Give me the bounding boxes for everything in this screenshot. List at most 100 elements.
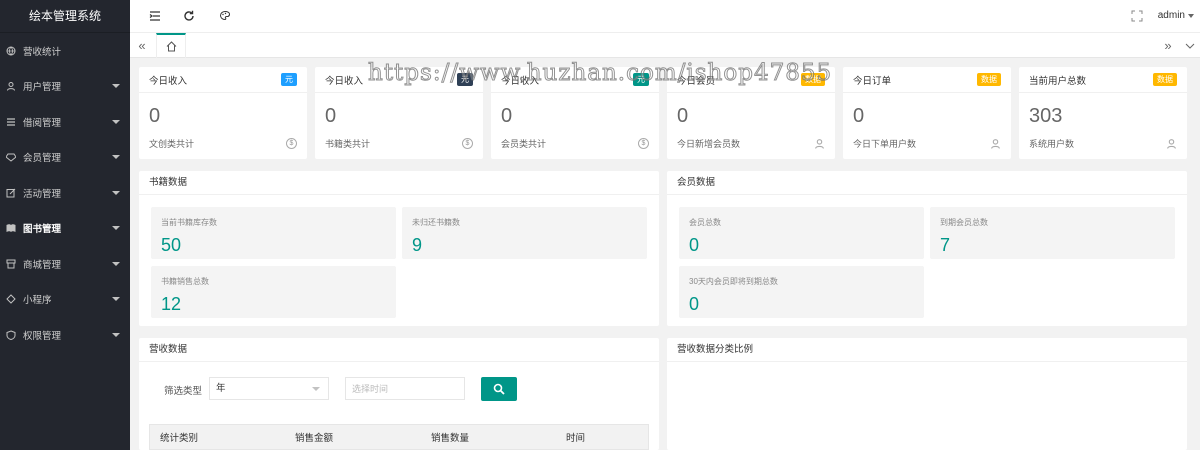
tabs-next-button[interactable]: » [1156, 33, 1180, 58]
panel-title: 营收数据 [139, 338, 659, 362]
revenue-panel: 营收数据 筛选类型 年 统计类别 销售金额 销售数量 时间 [139, 338, 659, 450]
stat-card: 今日收入 元 0 书籍类共计 $ [315, 67, 483, 159]
stat-card: 今日会员 数据 0 今日新增会员数 [667, 67, 835, 159]
stat-footer: 今日新增会员数 [677, 139, 741, 149]
column-header: 销售金额 [295, 433, 334, 444]
sidebar-item-label: 图书管理 [23, 224, 62, 236]
date-picker-input[interactable] [345, 377, 465, 400]
refresh-icon[interactable] [182, 9, 196, 23]
dollar-icon: $ [638, 138, 649, 149]
chevron-down-icon [1185, 43, 1195, 49]
caret-down-icon [1188, 13, 1194, 18]
stat-badge: 数据 [977, 73, 1001, 86]
dollar-icon: $ [286, 138, 297, 149]
tile-value: 12 [161, 294, 182, 314]
sidebar-item-label: 权限管理 [23, 330, 62, 342]
chevron-down-icon [112, 155, 120, 160]
stat-title: 当前用户总数 [1029, 75, 1087, 87]
sidebar-item-users[interactable]: 用户管理 [0, 69, 130, 105]
sidebar-item-miniapp[interactable]: 小程序 [0, 282, 130, 318]
user-icon [814, 138, 825, 149]
caret-down-icon [312, 387, 320, 391]
chevron-down-icon [112, 226, 120, 231]
stat-value: 0 [677, 105, 689, 127]
stat-tile: 书籍销售总数 12 [151, 266, 396, 318]
filter-label: 筛选类型 [164, 386, 203, 397]
stat-tile: 当前书籍库存数 50 [151, 207, 396, 259]
globe-icon [4, 44, 18, 58]
stat-card: 今日订单 数据 0 今日下单用户数 [843, 67, 1011, 159]
stat-badge: 元 [281, 73, 297, 86]
filter-type-value: 年 [216, 383, 226, 394]
stat-value: 0 [325, 105, 337, 127]
edit-icon [4, 186, 18, 200]
filter-type-select[interactable]: 年 [209, 377, 329, 400]
search-icon [493, 383, 505, 395]
menu-toggle-icon[interactable] [148, 9, 162, 23]
stat-badge: 数据 [1153, 73, 1177, 86]
stat-footer: 文创类共计 [149, 139, 195, 149]
fullscreen-icon[interactable] [1130, 9, 1144, 23]
home-icon [166, 41, 176, 52]
tile-label: 到期会员总数 [940, 218, 988, 227]
stat-footer: 会员类共计 [501, 139, 547, 149]
palette-icon[interactable] [218, 9, 232, 23]
tile-value: 9 [412, 235, 423, 255]
stat-title: 今日收入 [325, 75, 364, 87]
sidebar-item-borrow[interactable]: 借阅管理 [0, 104, 130, 140]
tile-label: 当前书籍库存数 [161, 218, 217, 227]
panel-title: 营收数据分类比例 [667, 338, 1187, 362]
stat-value: 0 [149, 105, 161, 127]
tab-home[interactable] [156, 33, 186, 58]
tile-label: 书籍销售总数 [161, 277, 209, 286]
stat-tile: 30天内会员即将到期总数 0 [679, 266, 924, 318]
dollar-icon: $ [462, 138, 473, 149]
chevron-down-icon [112, 119, 120, 124]
panel-title: 书籍数据 [139, 171, 659, 195]
shield-icon [4, 328, 18, 342]
stat-tile: 未归还书籍数 9 [402, 207, 647, 259]
sidebar: 绘本管理系统 营收统计 用户管理 借阅管理 会员管理 活动管理 图书管理 商城管… [0, 0, 130, 450]
user-icon [1166, 138, 1177, 149]
tile-label: 未归还书籍数 [412, 218, 460, 227]
stat-card: 今日收入 元 0 会员类共计 $ [491, 67, 659, 159]
tile-value: 7 [940, 235, 951, 255]
sidebar-item-label: 商城管理 [23, 259, 62, 271]
chevron-down-icon [112, 84, 120, 89]
stat-badge: 元 [457, 73, 473, 86]
sidebar-item-label: 用户管理 [23, 82, 62, 94]
column-header: 销售数量 [431, 433, 470, 444]
sidebar-item-books[interactable]: 图书管理 [0, 211, 130, 247]
sidebar-item-permissions[interactable]: 权限管理 [0, 317, 130, 353]
sidebar-item-revenue[interactable]: 营收统计 [0, 33, 130, 69]
tabs-dropdown-button[interactable] [1180, 33, 1200, 58]
search-button[interactable] [481, 377, 517, 401]
stat-value: 0 [853, 105, 865, 127]
books-panel: 书籍数据 当前书籍库存数 50 未归还书籍数 9 书籍销售总数 12 [139, 171, 659, 326]
table-header: 统计类别 销售金额 销售数量 时间 [149, 424, 649, 450]
user-icon [4, 79, 18, 93]
stat-card: 今日收入 元 0 文创类共计 $ [139, 67, 307, 159]
bars-icon [4, 115, 18, 129]
tile-label: 30天内会员即将到期总数 [689, 277, 778, 286]
sidebar-item-activities[interactable]: 活动管理 [0, 175, 130, 211]
shop-icon [4, 257, 18, 271]
sidebar-item-label: 小程序 [23, 295, 52, 307]
stat-value: 303 [1029, 105, 1063, 127]
sidebar-item-label: 借阅管理 [23, 117, 62, 129]
stat-title: 今日会员 [677, 75, 716, 87]
user-menu[interactable]: admin [1158, 10, 1194, 21]
members-panel: 会员数据 会员总数 0 到期会员总数 7 30天内会员即将到期总数 0 [667, 171, 1187, 326]
chevron-down-icon [112, 261, 120, 266]
stat-card: 当前用户总数 数据 303 系统用户数 [1019, 67, 1187, 159]
stat-footer: 书籍类共计 [325, 139, 371, 149]
tile-value: 0 [689, 235, 700, 255]
chevron-down-icon [112, 190, 120, 195]
stat-badge: 元 [633, 73, 649, 86]
tabs-prev-button[interactable]: « [130, 33, 154, 58]
tile-value: 50 [161, 235, 182, 255]
sidebar-item-members[interactable]: 会员管理 [0, 140, 130, 176]
sidebar-item-shop[interactable]: 商城管理 [0, 246, 130, 282]
stat-tile: 到期会员总数 7 [930, 207, 1175, 259]
sidebar-item-label: 会员管理 [23, 153, 62, 165]
